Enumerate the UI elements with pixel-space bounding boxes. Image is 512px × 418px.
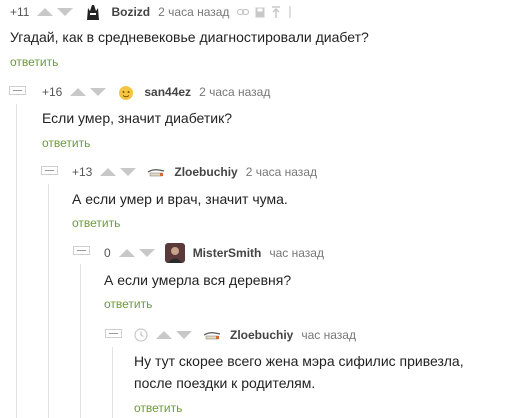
comment-header: +13 Zloebuchiy 2 часа назад: [72, 162, 317, 182]
emoji-avatar-icon: [116, 82, 137, 102]
reply-link[interactable]: ответить: [104, 297, 152, 311]
comment-header: +11 Bozizd 2 часа назад: [10, 2, 299, 22]
thread-line[interactable]: [16, 104, 17, 418]
upvote-icon[interactable]: [100, 168, 117, 176]
comment-text-line: А если умер и врач, значит чума.: [72, 191, 288, 207]
timestamp[interactable]: 2 часа назад: [246, 165, 317, 179]
thread-line[interactable]: [80, 264, 81, 418]
comment-text-line: А если умерла вся деревня?: [104, 272, 292, 288]
more-icon[interactable]: [287, 6, 293, 18]
avatar[interactable]: [83, 2, 104, 22]
downvote-icon[interactable]: [120, 168, 137, 176]
username[interactable]: san44ez: [144, 85, 191, 99]
comment-text-line: после поездки к родителям.: [134, 375, 316, 391]
comment-header: +16 san44ez 2 часа назад: [42, 82, 270, 102]
thread-line[interactable]: [48, 184, 49, 418]
vote-controls: [118, 249, 159, 257]
timestamp[interactable]: час назад: [269, 246, 324, 260]
comment-rating: +16: [42, 85, 63, 99]
comment-rating: 0: [104, 246, 111, 260]
link-icon[interactable]: [237, 7, 250, 17]
comment-header: 0 MisterSmith час назад: [104, 243, 324, 263]
comment-text: А если умерла вся деревня?: [104, 269, 291, 291]
cigarette-avatar-icon: [146, 162, 167, 182]
cigarette-avatar-icon: [202, 325, 222, 345]
username[interactable]: MisterSmith: [193, 246, 262, 260]
reply-link[interactable]: ответить: [134, 401, 182, 415]
batman-avatar-icon: [83, 2, 104, 22]
upvote-icon[interactable]: [118, 249, 135, 257]
avatar[interactable]: [146, 162, 167, 182]
vote-controls: [156, 331, 196, 339]
clock-icon: [134, 328, 148, 342]
comment-header: Zloebuchiy час назад: [134, 325, 356, 345]
comment-text: А если умер и врач, значит чума.: [72, 188, 288, 210]
comment-rating: +13: [72, 165, 93, 179]
comment-text-line: Ну тут скорее всего жена мэра сифилис пр…: [134, 353, 464, 369]
save-icon[interactable]: [255, 7, 265, 18]
upvote-icon[interactable]: [37, 8, 54, 16]
downvote-icon[interactable]: [138, 249, 155, 257]
reply-link[interactable]: ответить: [42, 136, 90, 150]
upvote-icon[interactable]: [156, 331, 172, 339]
comment-text: Ну тут скорее всего жена мэра сифилис пр…: [134, 350, 464, 394]
timestamp[interactable]: час назад: [301, 328, 356, 342]
downvote-icon[interactable]: [57, 8, 74, 16]
collapse-button[interactable]: [74, 247, 89, 254]
comment-rating: +11: [10, 5, 30, 19]
upvote-icon[interactable]: [70, 88, 87, 96]
vote-controls: [37, 8, 77, 16]
collapse-button[interactable]: [10, 87, 25, 94]
reply-link[interactable]: ответить: [72, 216, 120, 230]
vote-controls: [100, 168, 140, 176]
comment-tools: [237, 6, 299, 18]
avatar[interactable]: [164, 243, 185, 263]
downvote-icon[interactable]: [90, 88, 107, 96]
timestamp[interactable]: 2 часа назад: [158, 5, 229, 19]
comment-text-line: Угадай, как в средневековье диагностиров…: [10, 29, 369, 45]
avatar[interactable]: [116, 82, 137, 102]
photo-avatar-icon: [164, 243, 185, 263]
timestamp[interactable]: 2 часа назад: [199, 85, 270, 99]
vote-controls: [70, 88, 110, 96]
avatar[interactable]: [202, 325, 222, 345]
reply-to-parent-icon[interactable]: [271, 6, 281, 18]
comment-text: Угадай, как в средневековье диагностиров…: [10, 26, 369, 48]
collapse-button[interactable]: [42, 167, 57, 174]
thread-line[interactable]: [112, 347, 113, 418]
username[interactable]: Bozizd: [111, 5, 150, 19]
reply-link[interactable]: ответить: [10, 55, 58, 69]
downvote-icon[interactable]: [176, 331, 192, 339]
comment-text-line: Если умер, значит диабетик?: [42, 110, 233, 126]
username[interactable]: Zloebuchiy: [230, 328, 293, 342]
username[interactable]: Zloebuchiy: [174, 165, 237, 179]
comment-text: Если умер, значит диабетик?: [42, 107, 232, 129]
collapse-button[interactable]: [106, 330, 121, 337]
